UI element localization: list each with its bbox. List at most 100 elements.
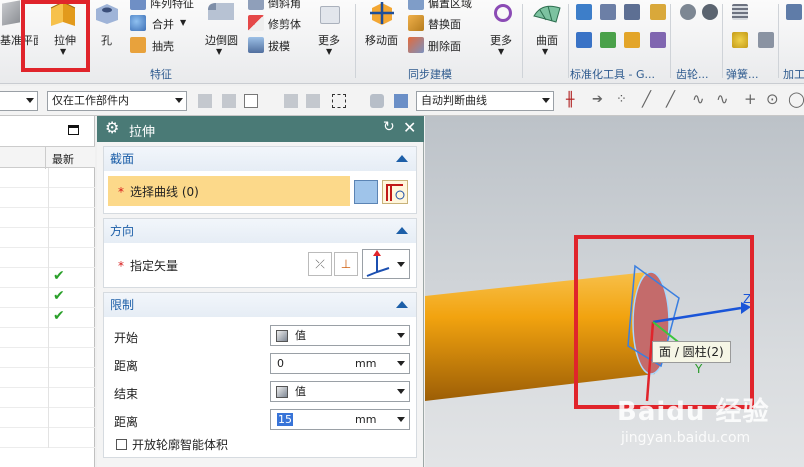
limits-header[interactable]: 限制 bbox=[104, 293, 416, 317]
sketch-section-icon[interactable] bbox=[354, 180, 378, 204]
offset-region-label[interactable]: 偏置区域 bbox=[428, 0, 472, 11]
stop-at-intersection-icon[interactable]: ╫ bbox=[566, 92, 574, 108]
edge-blend-icon[interactable] bbox=[206, 0, 236, 26]
vector-dialog-icon[interactable]: ⊥ bbox=[334, 252, 358, 276]
points-icon[interactable]: ⁘ bbox=[616, 92, 627, 107]
table-row[interactable] bbox=[0, 248, 95, 268]
start-type-dropdown[interactable]: 值 bbox=[270, 325, 410, 346]
collapse-icon[interactable] bbox=[396, 301, 408, 308]
shell-label[interactable]: 抽壳 bbox=[152, 38, 174, 54]
std-tool-icon[interactable] bbox=[624, 32, 640, 48]
spline-icon[interactable]: ∿ bbox=[692, 90, 705, 108]
draft-icon[interactable] bbox=[248, 37, 264, 53]
newest-column-header[interactable]: 最新 bbox=[52, 151, 74, 167]
point-snap-icon[interactable] bbox=[284, 94, 298, 108]
more-label-2[interactable]: 更多 bbox=[490, 32, 512, 48]
table-row[interactable]: ✔ bbox=[0, 268, 95, 288]
pattern-feature-label[interactable]: 阵列特征 bbox=[150, 0, 194, 11]
table-row[interactable] bbox=[0, 168, 95, 188]
offset-region-icon[interactable] bbox=[408, 0, 424, 10]
solid-body-icon[interactable] bbox=[394, 94, 408, 108]
table-row[interactable] bbox=[0, 428, 95, 448]
pattern-feature-icon[interactable] bbox=[130, 0, 146, 10]
snap-icon[interactable] bbox=[222, 94, 236, 108]
shell-icon[interactable] bbox=[130, 37, 146, 53]
edge-blend-label[interactable]: 边倒圆 bbox=[205, 32, 238, 48]
curve-rule-combo[interactable]: 自动判断曲线 bbox=[416, 91, 554, 111]
table-row[interactable] bbox=[0, 348, 95, 368]
surface-dropdown-icon[interactable]: ▼ bbox=[542, 47, 548, 56]
table-row[interactable]: ✔ bbox=[0, 288, 95, 308]
maximize-icon[interactable] bbox=[68, 125, 79, 135]
select-all-icon[interactable] bbox=[244, 94, 258, 108]
erase-icon[interactable] bbox=[370, 94, 384, 108]
arrow-right-icon[interactable]: ➔ bbox=[592, 92, 603, 107]
start-distance-input[interactable]: 0 mm bbox=[270, 353, 410, 374]
box-select-icon[interactable] bbox=[332, 94, 346, 108]
more-label-1[interactable]: 更多 bbox=[318, 32, 340, 48]
surface-icon[interactable] bbox=[532, 0, 562, 24]
std-tool-icon[interactable] bbox=[624, 4, 640, 20]
move-face-icon[interactable] bbox=[366, 0, 398, 26]
end-distance-input[interactable]: 15 mm bbox=[270, 409, 410, 430]
section-header[interactable]: 截面 bbox=[104, 147, 416, 171]
selection-scope-combo[interactable]: 仅在工作部件内 bbox=[47, 91, 187, 111]
inferred-vector-dropdown[interactable] bbox=[362, 249, 410, 279]
reverse-direction-icon[interactable]: ⤫ bbox=[308, 252, 332, 276]
direction-header[interactable]: 方向 bbox=[104, 219, 416, 243]
chamfer-label[interactable]: 倒斜角 bbox=[268, 0, 301, 11]
gear-icon[interactable]: ⚙ bbox=[105, 118, 119, 137]
combine-dropdown-icon[interactable]: ▼ bbox=[180, 18, 186, 27]
surface-label[interactable]: 曲面 bbox=[536, 32, 558, 48]
delete-face-label[interactable]: 删除面 bbox=[428, 38, 461, 54]
replace-face-icon[interactable] bbox=[408, 15, 424, 31]
std-tool-icon[interactable] bbox=[576, 4, 592, 20]
move-face-label[interactable]: 移动面 bbox=[365, 32, 398, 48]
select-filter-icon[interactable] bbox=[198, 94, 212, 108]
graphics-viewport[interactable]: Z Y 面 / 圆柱(2) Baidu 经验 jingyan.baidu.com bbox=[425, 116, 804, 467]
spring-icon[interactable] bbox=[758, 32, 774, 48]
spring-icon[interactable] bbox=[732, 4, 748, 20]
std-tool-icon[interactable] bbox=[650, 32, 666, 48]
open-profile-checkbox[interactable] bbox=[116, 439, 127, 450]
combine-label[interactable]: 合并 bbox=[152, 16, 174, 32]
table-row[interactable] bbox=[0, 228, 95, 248]
edge-blend-dropdown-icon[interactable]: ▼ bbox=[216, 47, 222, 56]
draft-label[interactable]: 拔模 bbox=[268, 38, 290, 54]
add-icon[interactable]: + bbox=[744, 90, 757, 108]
gear-icon[interactable] bbox=[702, 4, 718, 20]
trim-body-icon[interactable] bbox=[248, 15, 264, 31]
close-icon[interactable]: ✕ bbox=[403, 118, 416, 137]
table-row[interactable] bbox=[0, 368, 95, 388]
line-icon-2[interactable]: ╱ bbox=[666, 90, 675, 108]
hole-label[interactable]: 孔 bbox=[101, 32, 112, 48]
combine-icon[interactable] bbox=[130, 15, 146, 31]
table-row[interactable]: ✔ bbox=[0, 308, 95, 328]
collapse-icon[interactable] bbox=[396, 227, 408, 234]
more-icon[interactable] bbox=[320, 6, 340, 24]
curve-icon[interactable] bbox=[382, 180, 408, 204]
circle-icon[interactable]: ◯ bbox=[788, 90, 804, 108]
chamfer-icon[interactable] bbox=[248, 0, 264, 10]
datum-plane-icon[interactable] bbox=[2, 0, 20, 26]
circle-center-icon[interactable]: ⊙ bbox=[766, 90, 779, 108]
hole-icon[interactable] bbox=[94, 2, 120, 24]
gear-icon[interactable] bbox=[680, 4, 696, 20]
collapse-icon[interactable] bbox=[396, 155, 408, 162]
std-tool-icon[interactable] bbox=[600, 4, 616, 20]
sync-more-icon[interactable] bbox=[494, 4, 512, 22]
reset-icon[interactable]: ↻ bbox=[383, 119, 395, 135]
select-curve-label[interactable]: * 选择曲线 (0) bbox=[118, 183, 199, 200]
table-row[interactable] bbox=[0, 328, 95, 348]
table-row[interactable] bbox=[0, 388, 95, 408]
std-tool-icon[interactable] bbox=[576, 32, 592, 48]
end-type-dropdown[interactable]: 值 bbox=[270, 381, 410, 402]
curve-icon[interactable]: ∿ bbox=[716, 90, 729, 108]
curve-snap-icon[interactable] bbox=[306, 94, 320, 108]
type-filter-combo[interactable] bbox=[0, 91, 38, 111]
replace-face-label[interactable]: 替换面 bbox=[428, 16, 461, 32]
table-row[interactable] bbox=[0, 188, 95, 208]
table-row[interactable] bbox=[0, 208, 95, 228]
line-icon[interactable]: ╱ bbox=[642, 90, 651, 108]
table-row[interactable] bbox=[0, 408, 95, 428]
